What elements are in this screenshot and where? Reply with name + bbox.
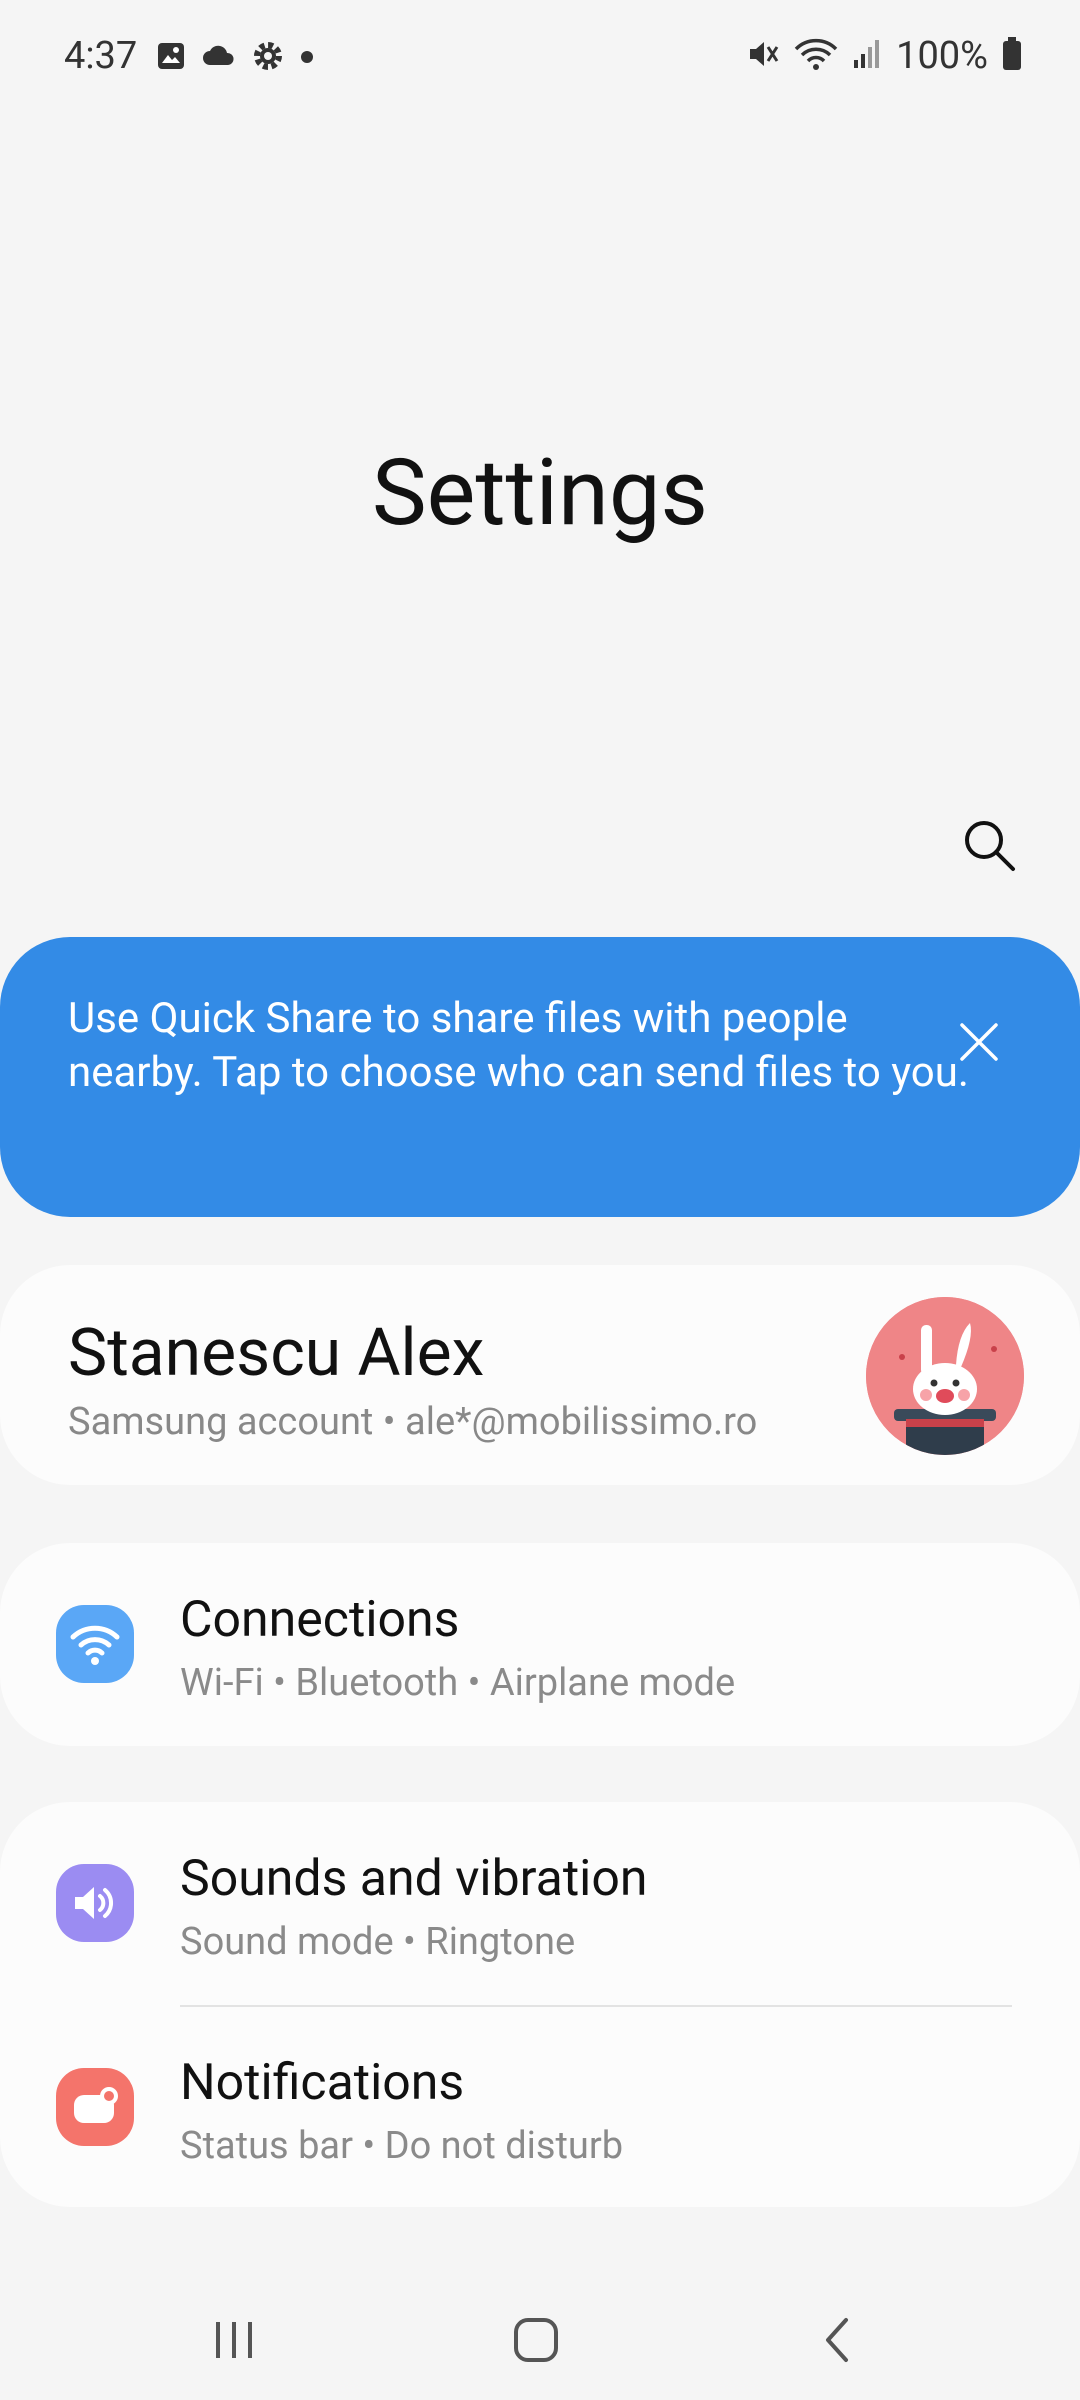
search-button[interactable]	[954, 810, 1024, 880]
wifi-icon	[794, 37, 838, 75]
account-card[interactable]: Stanescu Alex Samsung account • ale*@mob…	[0, 1265, 1080, 1485]
banner-close-button[interactable]	[956, 1019, 1002, 1065]
recents-button[interactable]	[189, 2300, 279, 2380]
status-icons-left	[156, 40, 314, 76]
quick-share-banner[interactable]: Use Quick Share to share files with peop…	[0, 937, 1080, 1217]
sounds-notifications-card: Sounds and vibration Sound mode • Ringto…	[0, 1802, 1080, 2207]
notifications-icon	[56, 2068, 134, 2146]
settings-item-title: Sounds and vibration	[180, 1850, 648, 1908]
home-button[interactable]	[491, 2300, 581, 2380]
battery-icon	[1002, 37, 1022, 75]
settings-item-notifications[interactable]: Notifications Status bar • Do not distur…	[0, 2006, 1080, 2206]
status-time: 4:37	[64, 34, 138, 78]
navigation-bar	[0, 2270, 1080, 2400]
dot-icon	[300, 49, 314, 68]
account-subtitle: Samsung account • ale*@mobilissimo.ro	[68, 1400, 758, 1444]
settings-item-sounds[interactable]: Sounds and vibration Sound mode • Ringto…	[0, 1802, 1080, 2004]
mute-icon	[746, 37, 780, 75]
volume-icon	[56, 1864, 134, 1942]
status-bar: 4:37 100%	[0, 0, 1080, 120]
settings-gear-icon	[252, 40, 284, 76]
avatar[interactable]	[866, 1297, 1024, 1455]
settings-item-subtitle: Wi-Fi • Bluetooth • Airplane mode	[180, 1661, 736, 1705]
connections-icon	[56, 1605, 134, 1683]
search-icon	[965, 821, 1015, 871]
cloud-icon	[202, 41, 236, 75]
signal-icon	[852, 38, 882, 74]
back-button[interactable]	[793, 2300, 883, 2380]
home-icon	[514, 2318, 558, 2362]
account-name: Stanescu Alex	[68, 1315, 485, 1392]
battery-percent: 100%	[896, 34, 988, 78]
back-icon	[826, 2318, 848, 2362]
gallery-icon	[156, 41, 186, 75]
recents-icon	[216, 2322, 252, 2358]
settings-item-subtitle: Sound mode • Ringtone	[180, 1920, 576, 1964]
settings-item-title: Notifications	[180, 2054, 465, 2112]
settings-item-title: Connections	[180, 1591, 460, 1649]
page-title: Settings	[372, 440, 708, 547]
bunny-avatar-icon	[866, 1297, 1024, 1455]
settings-item-subtitle: Status bar • Do not disturb	[180, 2124, 624, 2168]
banner-text: Use Quick Share to share files with peop…	[68, 994, 969, 1097]
close-icon	[960, 1023, 998, 1061]
status-icons-right: 100%	[746, 34, 1022, 78]
connections-card[interactable]: Connections Wi-Fi • Bluetooth • Airplane…	[0, 1543, 1080, 1746]
settings-item-connections[interactable]: Connections Wi-Fi • Bluetooth • Airplane…	[0, 1543, 1080, 1746]
